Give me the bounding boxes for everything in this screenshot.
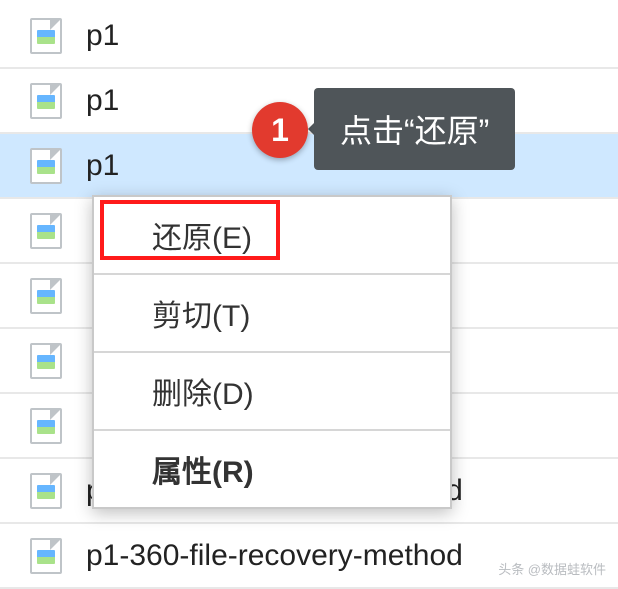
- image-file-icon: [30, 408, 62, 444]
- image-file-icon: [30, 148, 62, 184]
- menu-item-cut[interactable]: 剪切(T): [94, 275, 450, 353]
- menu-item-delete[interactable]: 删除(D): [94, 353, 450, 431]
- file-item-selected[interactable]: p1: [0, 134, 618, 199]
- file-name-label: p1: [86, 19, 119, 53]
- file-name-label: p1: [86, 84, 119, 118]
- image-file-icon: [30, 278, 62, 314]
- image-file-icon: [30, 213, 62, 249]
- image-file-icon: [30, 538, 62, 574]
- menu-item-properties[interactable]: 属性(R): [94, 431, 450, 507]
- image-file-icon: [30, 83, 62, 119]
- file-name-label: p1-360-file-recovery-method: [86, 539, 463, 573]
- image-file-icon: [30, 343, 62, 379]
- file-name-label: p1: [86, 149, 119, 183]
- annotation-tooltip: 点击“还原”: [314, 88, 515, 170]
- file-item[interactable]: p1: [0, 4, 618, 69]
- watermark-text: 头条 @数据蛙软件: [498, 559, 606, 578]
- image-file-icon: [30, 18, 62, 54]
- context-menu: 还原(E) 剪切(T) 删除(D) 属性(R): [92, 195, 452, 509]
- annotation-badge: 1: [252, 102, 308, 158]
- file-item[interactable]: p1-360-file-recovery-method: [0, 524, 618, 589]
- menu-item-restore[interactable]: 还原(E): [94, 197, 450, 275]
- image-file-icon: [30, 473, 62, 509]
